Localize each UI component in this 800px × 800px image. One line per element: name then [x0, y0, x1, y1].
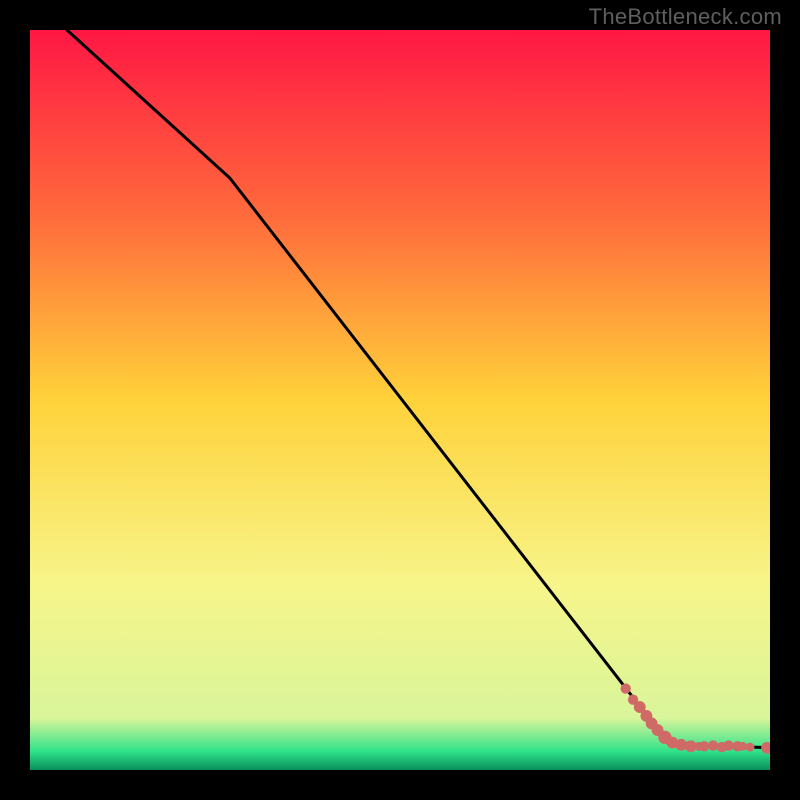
chart-frame: TheBottleneck.com — [0, 0, 800, 800]
sample-point — [746, 743, 755, 752]
sample-point — [621, 683, 631, 693]
watermark-text: TheBottleneck.com — [589, 4, 782, 30]
gradient-rect — [30, 30, 770, 770]
plot-area — [30, 30, 770, 770]
sample-point — [699, 741, 709, 751]
sample-point — [708, 740, 718, 750]
chart-svg — [30, 30, 770, 770]
sample-point — [723, 740, 733, 750]
